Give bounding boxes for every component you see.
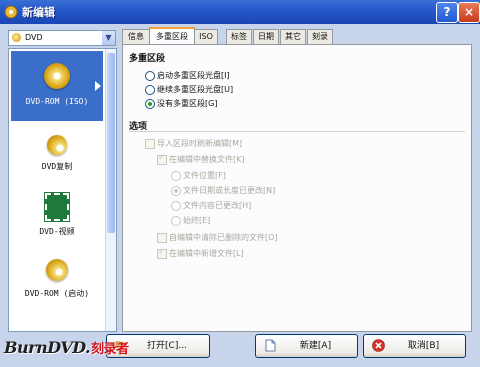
tab-label[interactable]: 标签	[226, 29, 252, 44]
arrow-right-icon	[95, 81, 101, 91]
title-bar: 新编辑 ? ×	[0, 0, 480, 24]
multisession-heading: 多重区段	[129, 54, 166, 64]
radio-button[interactable]	[145, 71, 155, 81]
checkbox-label: 在编辑中替换文件[K]	[169, 155, 245, 164]
radio-label: 文件日期或长度已更改[N]	[183, 186, 276, 195]
list-item-label: DVD-ROM (启动)	[24, 289, 90, 298]
checkbox[interactable]	[145, 139, 155, 149]
radio-button[interactable]	[171, 201, 181, 211]
close-button[interactable]: ×	[458, 2, 480, 23]
radio-label: 文件位置[F]	[183, 171, 226, 180]
multisession-panel: 多重区段 启动多重区段光盘[I] 继续多重区段光盘[U] 没有多重区段[G] 选…	[122, 44, 472, 332]
window-title: 新编辑	[22, 6, 55, 19]
list-scrollbar[interactable]	[105, 49, 116, 331]
media-type-value: DVD	[25, 33, 43, 42]
list-item-label: DVD-ROM (ISO)	[25, 97, 89, 106]
tab-multisession[interactable]: 多重区段	[149, 27, 195, 45]
list-item-label: DVD-视频	[39, 227, 75, 236]
radio-button[interactable]	[171, 171, 181, 181]
open-button-label: 打开[C]...	[147, 341, 187, 351]
watermark-suffix: 刻录者	[91, 342, 129, 357]
checkbox-label: 在编辑中新增文件[L]	[169, 249, 244, 258]
disc-iso-icon	[44, 63, 70, 89]
radio-label: 没有多重区段[G]	[157, 99, 218, 108]
compilation-type-list: DVD-ROM (ISO) DVD复制 DVD-视频 DVD-ROM (启动)	[8, 48, 117, 332]
radio-label: 启动多重区段光盘[I]	[157, 71, 230, 80]
list-item-dvd-video[interactable]: DVD-视频	[11, 193, 103, 237]
tab-iso[interactable]: ISO	[194, 29, 218, 44]
radio-label: 继续多重区段光盘[U]	[157, 85, 234, 94]
radio-label: 文件内容已更改[H]	[183, 201, 252, 210]
radio-button[interactable]	[171, 216, 181, 226]
cancel-button[interactable]: 取消[B]	[363, 334, 466, 358]
list-item-dvd-rom-iso[interactable]: DVD-ROM (ISO)	[11, 51, 103, 121]
app-icon	[4, 5, 18, 19]
site-watermark: BurnDVD.刻录者	[4, 338, 129, 357]
divider	[129, 131, 465, 132]
checkbox-label: 自编辑中清除已删除的文件[O]	[169, 233, 278, 242]
cancel-button-label: 取消[B]	[407, 341, 440, 351]
list-item-dvd-rom-boot[interactable]: DVD-ROM (启动)	[11, 259, 103, 305]
media-type-dropdown[interactable]: DVD ▼	[8, 30, 116, 46]
radio-button[interactable]	[145, 99, 155, 109]
radio-button[interactable]	[171, 186, 181, 196]
dvd-boot-icon	[46, 259, 68, 281]
list-item-label: DVD复制	[41, 162, 73, 171]
checkbox-label: 导入区段时刷新编辑[M]	[157, 139, 243, 148]
disc-icon	[12, 33, 21, 42]
new-button[interactable]: 新建[A]	[255, 334, 358, 358]
radio-label: 始终[E]	[183, 216, 211, 225]
checkbox[interactable]	[157, 153, 167, 165]
scrollbar-thumb[interactable]	[107, 53, 115, 233]
tab-info[interactable]: 信息	[122, 29, 150, 44]
dvd-video-icon	[45, 193, 69, 221]
watermark-brand: BurnDVD.	[4, 338, 91, 357]
new-document-icon	[265, 339, 276, 352]
cancel-icon	[372, 339, 385, 352]
radio-button[interactable]	[145, 85, 155, 95]
checkbox[interactable]	[157, 247, 167, 259]
disc-copy-icon	[47, 135, 67, 155]
tab-misc[interactable]: 其它	[280, 29, 306, 44]
new-button-label: 新建[A]	[299, 341, 332, 351]
tab-burn[interactable]: 刻录	[307, 29, 333, 44]
checkbox[interactable]	[157, 233, 167, 243]
list-item-dvd-copy[interactable]: DVD复制	[11, 135, 103, 175]
chevron-down-icon[interactable]: ▼	[102, 31, 115, 45]
tab-date[interactable]: 日期	[253, 29, 279, 44]
help-button[interactable]: ?	[436, 2, 458, 23]
